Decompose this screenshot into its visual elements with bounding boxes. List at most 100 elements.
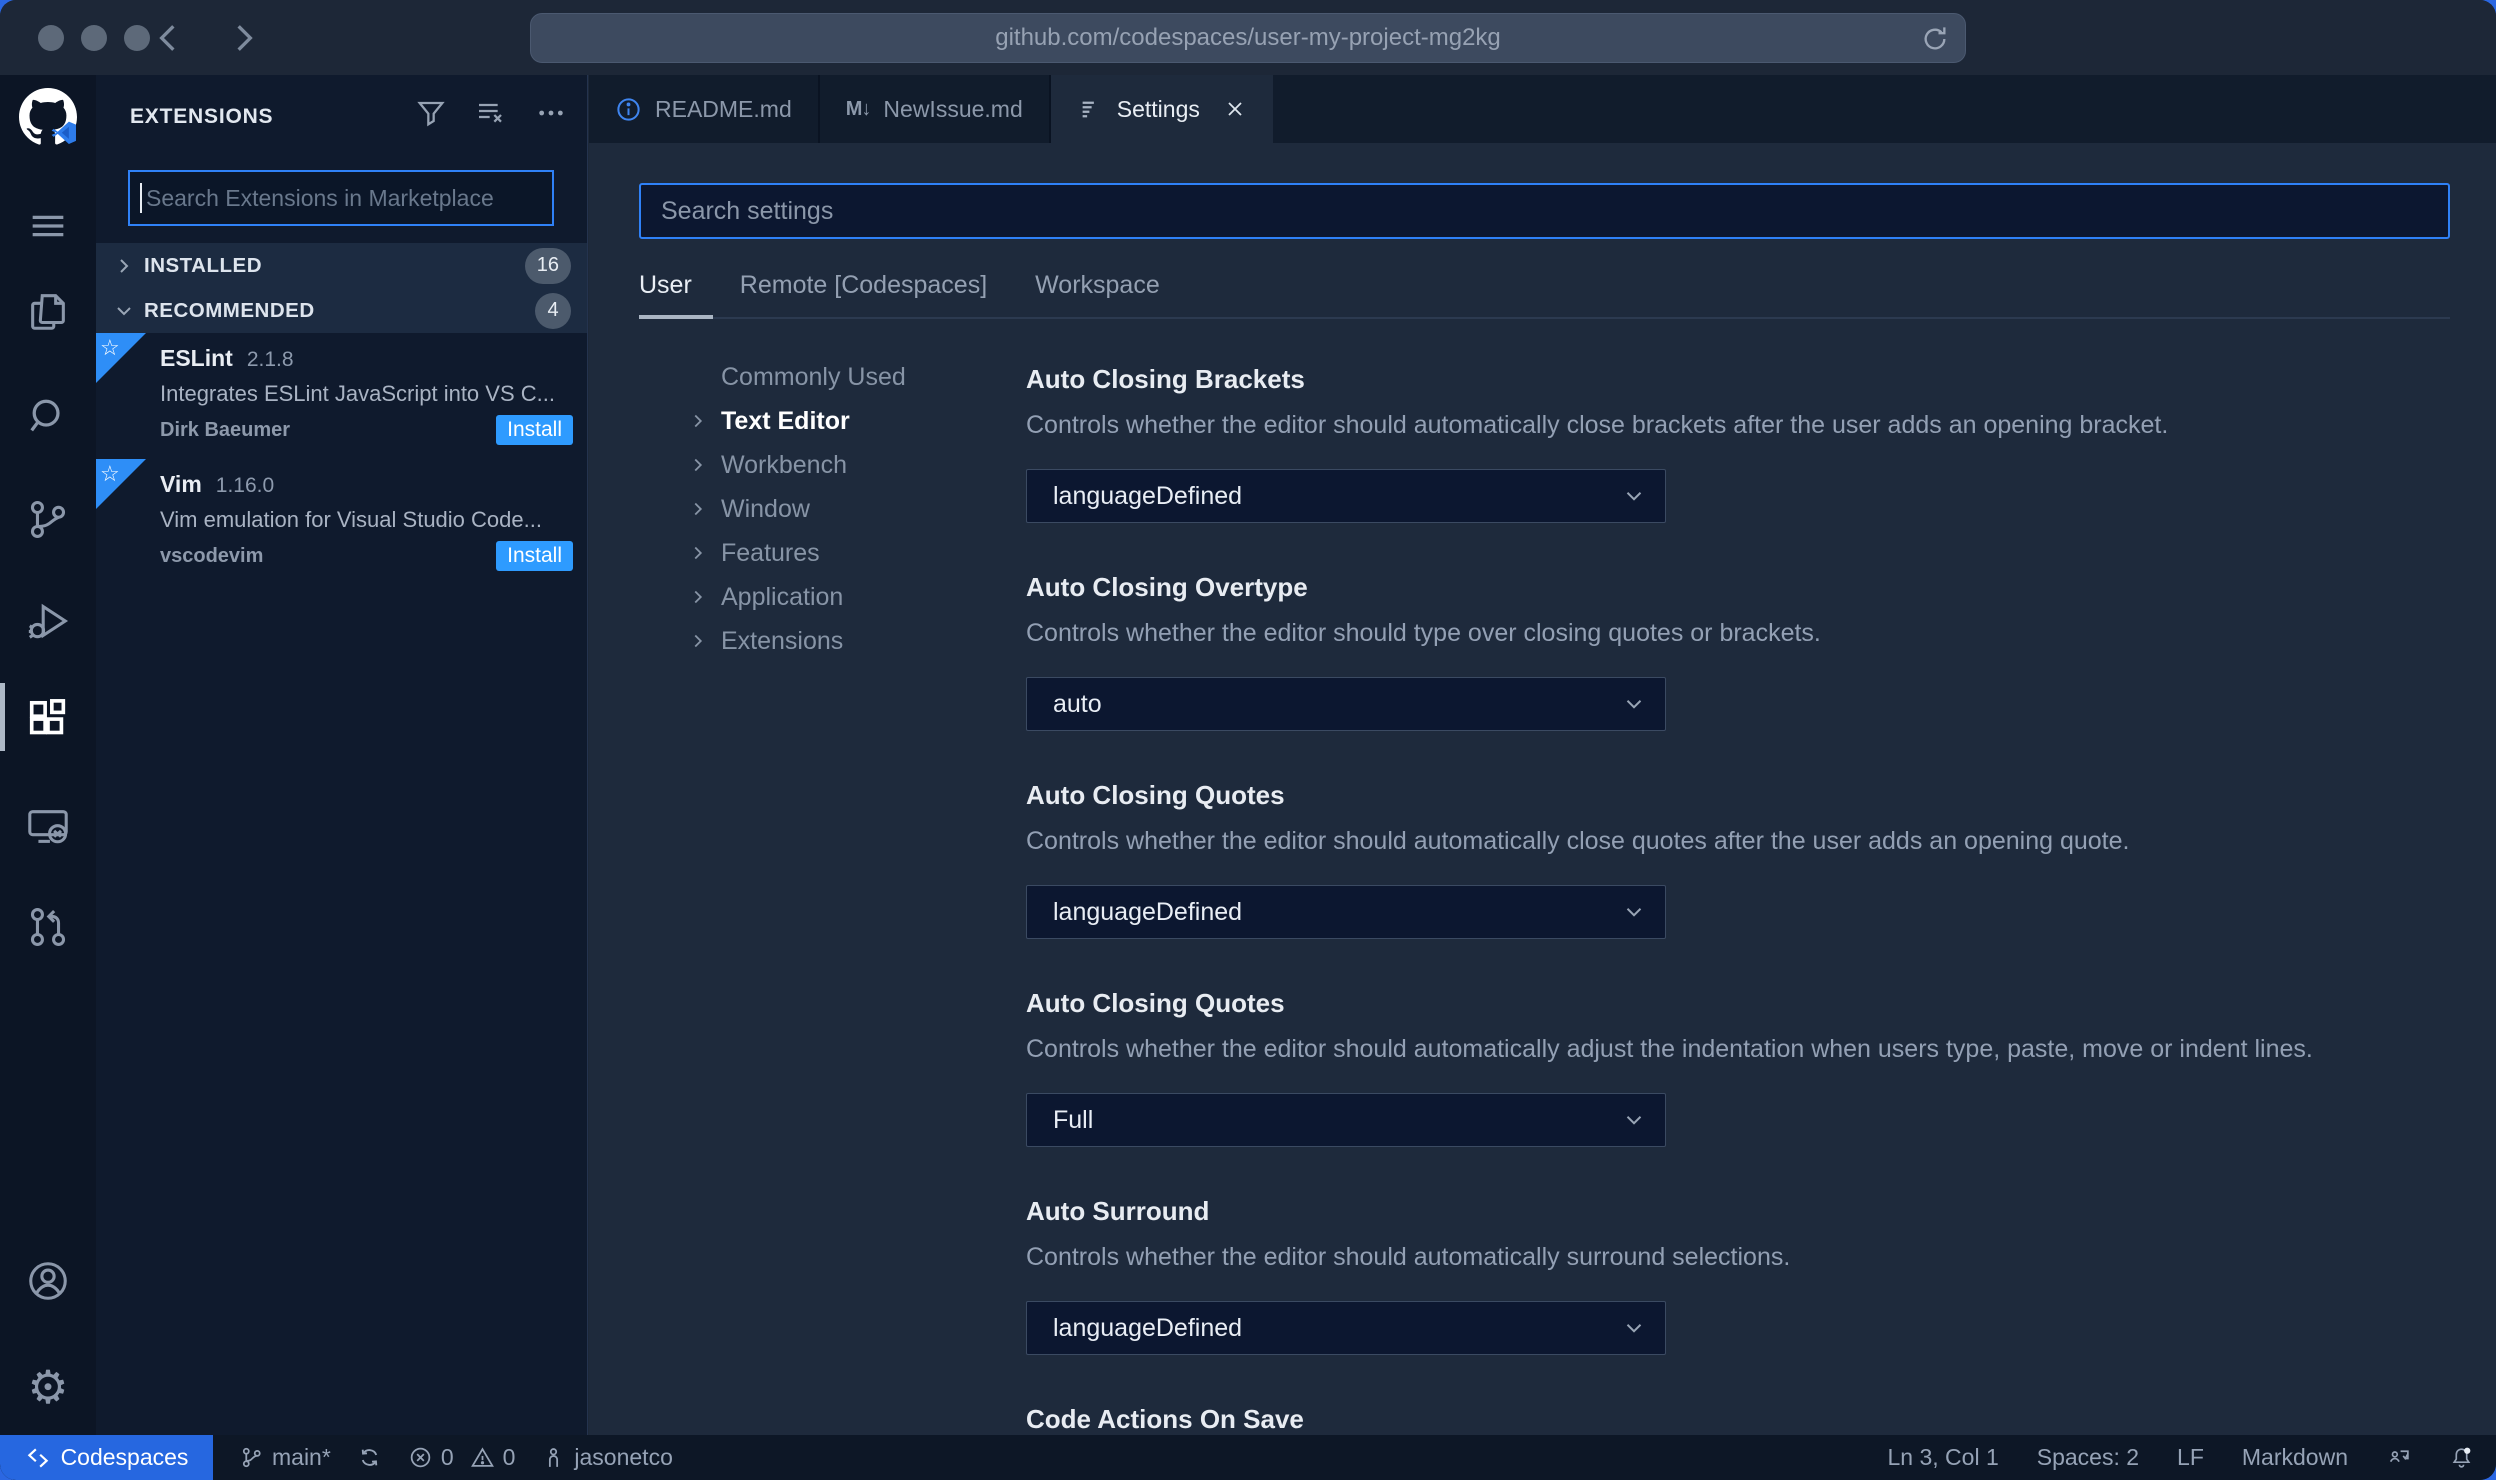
install-button[interactable]: Install (496, 541, 573, 571)
toc-workbench[interactable]: Workbench (687, 443, 1017, 487)
indentation[interactable]: Spaces: 2 (2037, 1444, 2139, 1471)
zoom-window-button[interactable] (124, 25, 150, 51)
settings-editor-icon (1082, 101, 1094, 117)
setting-description: Controls whether the editor should autom… (1026, 827, 2130, 855)
close-window-button[interactable] (38, 25, 64, 51)
branch-label: main* (272, 1444, 331, 1470)
chevron-down-icon (1626, 1324, 1642, 1333)
select-value: languageDefined (1053, 897, 1243, 926)
more-actions-icon[interactable] (535, 97, 567, 134)
account-icon[interactable] (0, 1253, 96, 1309)
tab-newissue[interactable]: M↓ NewIssue.md (820, 75, 1051, 143)
extension-list-item[interactable]: ☆ Vim 1.16.0 Vim emulation for Visual Stu… (96, 459, 587, 585)
chevron-down-icon (1626, 492, 1642, 501)
settings-search-box[interactable] (639, 183, 2450, 239)
minimize-window-button[interactable] (81, 25, 107, 51)
pull-requests-icon[interactable] (0, 899, 96, 955)
recommended-count-badge: 4 (535, 292, 571, 329)
sync-status[interactable] (357, 1445, 382, 1470)
setting-select[interactable]: auto (1026, 677, 1666, 731)
setting-item: Auto Closing Quotes Controls whether the… (1026, 779, 2456, 939)
chevron-down-icon (1626, 1116, 1642, 1125)
editor-group: README.md M↓ NewIssue.md Settings Search… (589, 75, 2496, 1435)
install-button[interactable]: Install (496, 415, 573, 445)
extensions-search-input[interactable] (142, 184, 552, 212)
close-tab-icon[interactable] (1223, 97, 1247, 121)
setting-select[interactable]: languageDefined (1026, 469, 1666, 523)
source-control-icon[interactable] (0, 491, 96, 547)
run-debug-icon[interactable] (0, 593, 96, 649)
feedback-icon (2389, 1450, 2409, 1463)
setting-select[interactable]: languageDefined (1026, 1301, 1666, 1355)
remote-label: Codespaces (60, 1444, 189, 1470)
browser-forward-button[interactable] (222, 18, 262, 58)
setting-item: Auto Surround Controls whether the edito… (1026, 1195, 2456, 1355)
setting-title: Auto Surround (1026, 1196, 1210, 1226)
recommended-ribbon: ☆ (96, 459, 146, 509)
setting-select[interactable]: Full (1026, 1093, 1666, 1147)
settings-toc: Commonly Used Text Editor Workbench Wind… (687, 355, 1017, 663)
toc-extensions[interactable]: Extensions (687, 619, 1017, 663)
extensions-icon[interactable] (0, 693, 96, 749)
language-mode[interactable]: Markdown (2242, 1444, 2348, 1471)
notifications-button[interactable] (2449, 1445, 2474, 1470)
extension-publisher: vscodevim (160, 544, 264, 567)
star-icon: ☆ (100, 461, 120, 486)
chevron-right-icon (694, 634, 703, 648)
github-logo-icon[interactable] (0, 88, 96, 145)
tab-readme[interactable]: README.md (589, 75, 820, 143)
filter-icon[interactable] (415, 97, 447, 134)
remote-explorer-icon[interactable] (0, 799, 96, 855)
section-installed[interactable]: INSTALLED 16 (96, 243, 587, 288)
setting-title: Auto Closing Overtype (1026, 572, 1308, 602)
user-status[interactable]: jasonetco (541, 1444, 673, 1471)
setting-select[interactable]: languageDefined (1026, 885, 1666, 939)
search-icon[interactable] (0, 388, 96, 444)
tab-label: NewIssue.md (883, 95, 1023, 122)
extensions-search-box[interactable] (128, 170, 554, 226)
settings-editor: User Remote [Codespaces] Workspace Commo… (589, 143, 2496, 1435)
browser-back-button[interactable] (150, 18, 190, 58)
toc-text-editor[interactable]: Text Editor (687, 399, 1017, 443)
scope-tab-remote[interactable]: Remote [Codespaces] (740, 271, 987, 318)
settings-search-input[interactable] (641, 185, 2448, 237)
clear-extension-search-icon[interactable] (475, 97, 507, 134)
select-value: Full (1053, 1105, 1094, 1134)
extension-list-item[interactable]: ☆ ESLint 2.1.8 Integrates ESLint JavaScri… (96, 333, 587, 459)
eol-sequence[interactable]: LF (2177, 1444, 2204, 1471)
chevron-right-icon (694, 502, 703, 516)
settings-list: Auto Closing Brackets Controls whether t… (1026, 363, 2456, 1435)
toc-window[interactable]: Window (687, 487, 1017, 531)
tab-settings[interactable]: Settings (1050, 75, 1273, 143)
reload-icon[interactable] (1921, 25, 1949, 53)
cursor-position[interactable]: Ln 3, Col 1 (1888, 1444, 1999, 1471)
user-label: jasonetco (574, 1444, 673, 1470)
chevron-down-icon (117, 306, 131, 315)
setting-description: Controls whether the editor should autom… (1026, 1243, 1791, 1271)
window-controls[interactable] (38, 25, 150, 51)
section-recommended[interactable]: RECOMMENDED 4 (96, 288, 587, 333)
select-value: auto (1053, 689, 1102, 718)
extension-description: Integrates ESLint JavaScript into VS C..… (160, 381, 555, 406)
setting-title: Auto Closing Quotes (1026, 988, 1285, 1018)
extension-version: 1.16.0 (215, 474, 275, 497)
branch-status[interactable]: main* (239, 1444, 331, 1471)
feedback-button[interactable] (2386, 1445, 2411, 1470)
remote-indicator[interactable]: Codespaces (0, 1435, 213, 1480)
address-bar-url[interactable]: github.com/codespaces/user-my-project-mg… (995, 24, 1501, 52)
problems-status[interactable]: 0 0 (408, 1444, 515, 1471)
extension-version: 2.1.8 (246, 348, 294, 371)
settings-gear-icon[interactable]: ⚙ (0, 1359, 96, 1415)
scope-tab-workspace[interactable]: Workspace (1035, 271, 1160, 318)
extension-description: Vim emulation for Visual Studio Code... (160, 507, 542, 532)
explorer-icon[interactable] (0, 283, 96, 339)
toc-commonly-used[interactable]: Commonly Used (687, 355, 1017, 399)
menu-icon[interactable] (0, 197, 96, 253)
active-view-indicator (0, 683, 5, 751)
toc-features[interactable]: Features (687, 531, 1017, 575)
scope-tab-user[interactable]: User (639, 271, 692, 318)
workbench: ⚙ EXTENSIONS INSTALLED 16 R (0, 75, 2496, 1435)
toc-application[interactable]: Application (687, 575, 1017, 619)
extension-name: Vim (160, 471, 202, 497)
address-bar[interactable]: github.com/codespaces/user-my-project-mg… (530, 13, 1966, 63)
